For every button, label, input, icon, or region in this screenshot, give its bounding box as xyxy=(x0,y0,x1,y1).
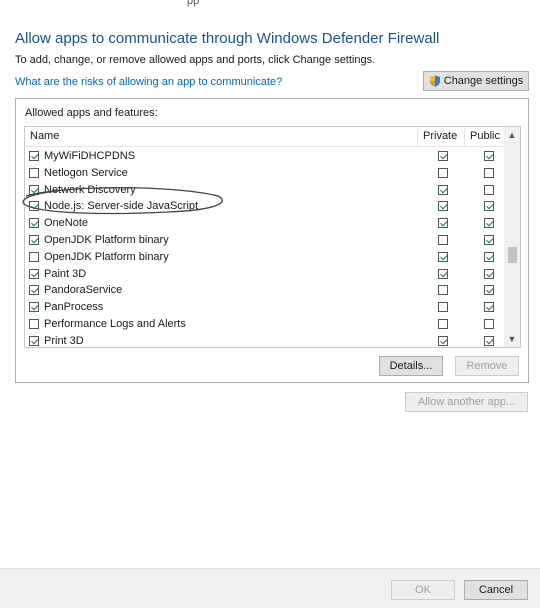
details-button[interactable]: Details... xyxy=(379,356,443,376)
change-settings-button[interactable]: Change settings xyxy=(423,71,529,91)
list-item[interactable]: OpenJDK Platform binary xyxy=(25,232,505,249)
app-name-label: Performance Logs and Alerts xyxy=(44,317,186,330)
dialog-footer: OK Cancel xyxy=(0,568,540,608)
public-checkbox[interactable] xyxy=(484,335,494,346)
app-enabled-checkbox[interactable] xyxy=(29,218,39,229)
allowed-apps-group: Allowed apps and features: Name Private … xyxy=(15,98,529,383)
list-item[interactable]: PandoraService xyxy=(25,282,505,299)
cropped-window-title: pp xyxy=(187,0,200,7)
private-checkbox[interactable] xyxy=(438,234,448,245)
app-enabled-checkbox[interactable] xyxy=(29,335,39,346)
private-checkbox[interactable] xyxy=(438,218,448,229)
app-name-label: Print 3D xyxy=(44,334,84,347)
ok-button[interactable]: OK xyxy=(391,580,455,600)
app-name-label: Paint 3D xyxy=(44,267,87,280)
list-item[interactable]: Node.js: Server-side JavaScript xyxy=(25,198,505,215)
public-checkbox[interactable] xyxy=(484,201,494,212)
app-enabled-checkbox[interactable] xyxy=(29,318,39,329)
app-name-label: PandoraService xyxy=(44,284,123,297)
scroll-up-icon[interactable]: ▲ xyxy=(504,127,520,143)
app-name-label: PanProcess xyxy=(44,301,104,314)
public-checkbox[interactable] xyxy=(484,234,494,245)
column-header-name[interactable]: Name xyxy=(30,130,59,142)
app-enabled-checkbox[interactable] xyxy=(29,167,39,178)
column-header-public[interactable]: Public xyxy=(470,130,500,142)
column-divider xyxy=(417,127,418,147)
public-checkbox[interactable] xyxy=(484,184,494,195)
column-header-private[interactable]: Private xyxy=(423,130,457,142)
list-item[interactable]: Print 3D xyxy=(25,333,505,347)
list-item[interactable]: Network Discovery xyxy=(25,182,505,199)
remove-button[interactable]: Remove xyxy=(455,356,519,376)
scroll-down-icon[interactable]: ▼ xyxy=(504,331,520,347)
column-divider xyxy=(464,127,465,147)
list-item[interactable]: OneNote xyxy=(25,215,505,232)
list-item[interactable]: Netlogon Service xyxy=(25,165,505,182)
app-name-label: OneNote xyxy=(44,217,89,230)
list-header: Name Private Public xyxy=(25,127,505,147)
app-enabled-checkbox[interactable] xyxy=(29,184,39,195)
app-name-label: Network Discovery xyxy=(44,183,136,196)
shield-icon xyxy=(429,75,440,87)
app-name-label: MyWiFiDHCPDNS xyxy=(44,150,136,162)
change-settings-label: Change settings xyxy=(443,75,524,87)
public-checkbox[interactable] xyxy=(484,318,494,329)
list-item[interactable]: MyWiFiDHCPDNS xyxy=(25,148,505,165)
list-scrollbar[interactable]: ▲ ▼ xyxy=(504,127,520,347)
list-item[interactable]: PanProcess xyxy=(25,299,505,316)
page-title: Allow apps to communicate through Window… xyxy=(15,30,440,47)
page-subtitle: To add, change, or remove allowed apps a… xyxy=(15,54,376,66)
private-checkbox[interactable] xyxy=(438,335,448,346)
cancel-button[interactable]: Cancel xyxy=(464,580,528,600)
apps-rows: MyWiFiDHCPDNS Netlogon Service Network Dis… xyxy=(25,148,505,347)
public-checkbox[interactable] xyxy=(484,302,494,313)
app-enabled-checkbox[interactable] xyxy=(29,234,39,245)
public-checkbox[interactable] xyxy=(484,268,494,279)
private-checkbox[interactable] xyxy=(438,151,448,161)
private-checkbox[interactable] xyxy=(438,268,448,279)
allow-another-app-button[interactable]: Allow another app... xyxy=(405,392,528,412)
private-checkbox[interactable] xyxy=(438,201,448,212)
public-checkbox[interactable] xyxy=(484,218,494,229)
public-checkbox[interactable] xyxy=(484,251,494,262)
private-checkbox[interactable] xyxy=(438,251,448,262)
allowed-apps-label: Allowed apps and features: xyxy=(25,107,158,119)
app-enabled-checkbox[interactable] xyxy=(29,201,39,212)
public-checkbox[interactable] xyxy=(484,167,494,178)
private-checkbox[interactable] xyxy=(438,302,448,313)
allowed-apps-list[interactable]: Name Private Public MyWiFiDHCPDNS Netlogo… xyxy=(24,126,521,348)
private-checkbox[interactable] xyxy=(438,167,448,178)
app-enabled-checkbox[interactable] xyxy=(29,151,39,161)
list-item[interactable]: OpenJDK Platform binary xyxy=(25,249,505,266)
private-checkbox[interactable] xyxy=(438,184,448,195)
scroll-thumb[interactable] xyxy=(508,247,517,263)
private-checkbox[interactable] xyxy=(438,318,448,329)
app-name-label: OpenJDK Platform binary xyxy=(44,233,169,246)
app-enabled-checkbox[interactable] xyxy=(29,251,39,262)
app-name-label: Node.js: Server-side JavaScript xyxy=(44,200,199,213)
list-item[interactable]: Paint 3D xyxy=(25,266,505,283)
app-enabled-checkbox[interactable] xyxy=(29,302,39,313)
risks-link[interactable]: What are the risks of allowing an app to… xyxy=(15,76,282,88)
public-checkbox[interactable] xyxy=(484,151,494,161)
list-item[interactable]: Performance Logs and Alerts xyxy=(25,316,505,333)
public-checkbox[interactable] xyxy=(484,285,494,296)
app-enabled-checkbox[interactable] xyxy=(29,285,39,296)
app-enabled-checkbox[interactable] xyxy=(29,268,39,279)
app-name-label: Netlogon Service xyxy=(44,166,128,179)
app-name-label: OpenJDK Platform binary xyxy=(44,250,169,263)
private-checkbox[interactable] xyxy=(438,285,448,296)
